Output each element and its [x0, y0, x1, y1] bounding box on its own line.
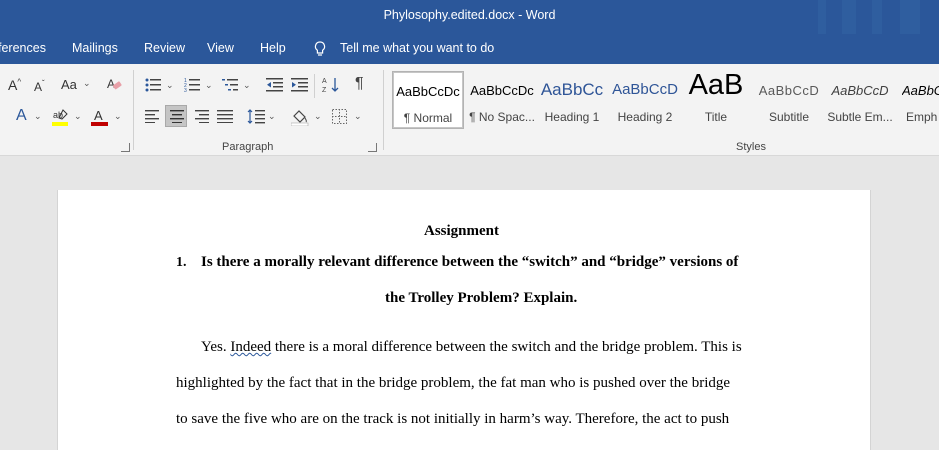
style-sample: AaBbCc — [540, 80, 604, 99]
question-line: the Trolley Problem? Explain. — [385, 290, 578, 306]
tab-help[interactable]: Help — [260, 41, 286, 55]
chevron-down-icon[interactable]: ⌄ — [34, 111, 42, 122]
body-text: there is a moral difference between the … — [274, 339, 742, 355]
group-separator — [133, 70, 134, 150]
style-sample: AaBbCcDc — [470, 83, 534, 98]
style-name: Heading 2 — [617, 110, 673, 124]
list-number: 1. — [176, 255, 187, 270]
font-dialog-launcher-icon[interactable] — [121, 143, 130, 152]
align-center-button[interactable] — [165, 105, 187, 127]
document-canvas: Assignment 1. Is there a morally relevan… — [0, 157, 939, 450]
styles-group-label: Styles — [736, 141, 766, 153]
style-name: Heading 1 — [544, 110, 600, 124]
align-right-icon[interactable] — [193, 110, 209, 123]
style-normal[interactable]: AaBbCcDc ¶ Normal — [392, 71, 464, 129]
group-separator — [383, 70, 384, 150]
question-line: Is there a morally relevant difference b… — [201, 254, 739, 270]
style-name: Title — [704, 110, 728, 124]
divider — [314, 74, 315, 98]
change-case-button[interactable]: Aa — [61, 77, 77, 92]
ribbon: A^ Aˇ Aa ⌄ A A ⌄ ab ⌄ A ⌄ ⌄ 123 ⌄ ⌄ AZ ¶ — [0, 64, 939, 156]
chevron-down-icon[interactable]: ⌄ — [114, 111, 122, 122]
multilevel-list-icon[interactable] — [222, 78, 238, 92]
style-title[interactable]: AaB Title — [684, 69, 748, 129]
style-subtitle[interactable]: AaBbCcD Subtitle — [756, 71, 822, 129]
tab-review[interactable]: Review — [144, 41, 185, 55]
bullets-icon[interactable] — [145, 78, 161, 92]
ribbon-tabs: ferences Mailings Review View Help Tell … — [0, 34, 939, 64]
font-color-icon[interactable]: A — [91, 108, 109, 126]
style-sample: AaBbCcD — [758, 83, 820, 98]
sort-icon[interactable]: AZ — [322, 76, 340, 94]
style-sample: AaBbC — [902, 83, 939, 98]
style-sample: AaB — [688, 69, 744, 101]
borders-icon[interactable] — [332, 109, 347, 124]
chevron-down-icon[interactable]: ⌄ — [354, 111, 362, 122]
tell-me-search[interactable]: Tell me what you want to do — [340, 41, 494, 55]
style-name: Emph — [906, 110, 938, 124]
grow-font-icon[interactable]: A^ — [8, 77, 21, 93]
body-text-line: Yes. Indeed there is a moral difference … — [201, 339, 742, 356]
document-heading: Assignment — [424, 223, 500, 239]
window-title: Phylosophy.edited.docx - Word — [383, 8, 556, 22]
style-sample: AaBbCcDc — [396, 84, 460, 99]
style-heading-1[interactable]: AaBbCc Heading 1 — [539, 71, 605, 129]
shrink-font-icon[interactable]: Aˇ — [34, 79, 45, 94]
svg-text:A: A — [107, 77, 115, 91]
lightbulb-icon — [314, 41, 326, 57]
decrease-indent-icon[interactable] — [266, 78, 283, 92]
style-heading-2[interactable]: AaBbCcD Heading 2 — [612, 71, 678, 129]
body-text-line: to save the five who are on the track is… — [176, 411, 730, 427]
chevron-down-icon[interactable]: ⌄ — [205, 80, 213, 91]
shading-icon[interactable] — [291, 108, 309, 126]
justify-icon[interactable] — [217, 110, 233, 123]
align-left-icon[interactable] — [145, 110, 161, 123]
align-center-icon — [170, 110, 184, 123]
svg-text:Z: Z — [322, 87, 327, 94]
highlight-color-icon[interactable]: ab — [52, 108, 70, 126]
clear-formatting-icon[interactable]: A — [106, 76, 122, 92]
chevron-down-icon[interactable]: ⌄ — [74, 111, 82, 122]
style-emphasis[interactable]: AaBbC Emph — [900, 71, 939, 129]
style-sample: AaBbCcD — [612, 81, 678, 98]
document-page[interactable]: Assignment 1. Is there a morally relevan… — [57, 190, 871, 450]
tab-mailings[interactable]: Mailings — [72, 41, 118, 55]
chevron-down-icon[interactable]: ⌄ — [268, 111, 276, 122]
paragraph-group-label: Paragraph — [222, 141, 274, 153]
style-name: ¶ No Spac... — [469, 110, 535, 124]
chevron-down-icon[interactable]: ⌄ — [314, 111, 322, 122]
show-formatting-marks-icon[interactable]: ¶ — [355, 75, 364, 93]
text-effects-icon[interactable]: A — [16, 107, 27, 125]
chevron-down-icon[interactable]: ⌄ — [243, 80, 251, 91]
body-text-line: highlighted by the fact that in the brid… — [176, 375, 731, 391]
style-name: ¶ Normal — [403, 111, 453, 125]
numbering-icon[interactable]: 123 — [184, 78, 200, 92]
style-subtle-emphasis[interactable]: AaBbCcD Subtle Em... — [827, 71, 893, 129]
style-no-spacing[interactable]: AaBbCcDc ¶ No Spac... — [466, 71, 538, 129]
paragraph-dialog-launcher-icon[interactable] — [368, 143, 377, 152]
tab-references[interactable]: ferences — [0, 41, 46, 55]
style-sample: AaBbCcD — [831, 83, 889, 98]
svg-text:3: 3 — [184, 88, 187, 92]
increase-indent-icon[interactable] — [291, 78, 308, 92]
body-word: Yes. — [201, 339, 227, 355]
tab-view[interactable]: View — [207, 41, 234, 55]
spelling-flag-word: Indeed — [230, 339, 272, 355]
svg-text:A: A — [94, 108, 103, 123]
line-spacing-icon[interactable] — [247, 109, 265, 124]
chevron-down-icon[interactable]: ⌄ — [83, 78, 91, 89]
title-bar: Phylosophy.edited.docx - Word — [0, 0, 939, 34]
style-name: Subtle Em... — [827, 110, 893, 124]
svg-text:A: A — [322, 78, 327, 85]
chevron-down-icon[interactable]: ⌄ — [166, 80, 174, 91]
style-name: Subtitle — [768, 110, 810, 124]
